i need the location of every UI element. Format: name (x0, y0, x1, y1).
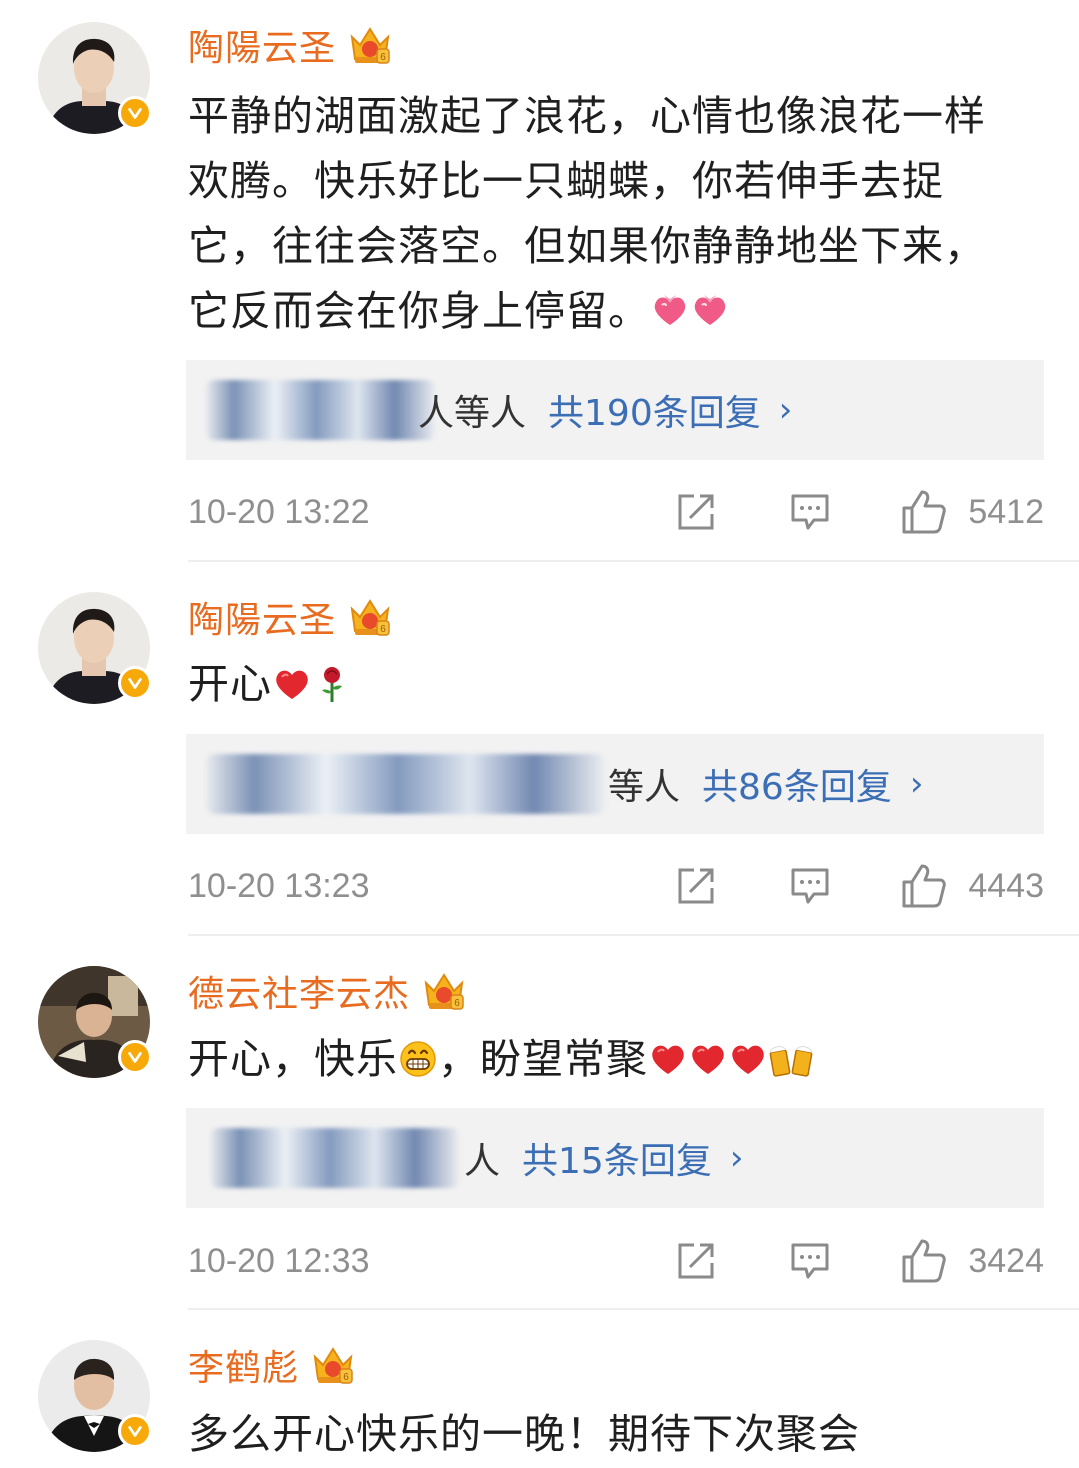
like-icon[interactable] (900, 862, 948, 910)
reply-people-label: 人等人 (418, 393, 527, 434)
blurred-replier-names (210, 1128, 460, 1188)
comment-line: 欢腾。快乐好比一只蝴蝶，你若伸手去捉 (188, 157, 944, 205)
beer-cheers-emoji (768, 1039, 816, 1079)
comment-line: 多么开心快乐的一晚！期待下次聚会 (188, 1410, 860, 1458)
username[interactable]: 李鹤彪 (188, 1339, 299, 1391)
reply-count-link[interactable]: 共15条回复 (522, 1132, 712, 1184)
comment-icon[interactable] (788, 864, 832, 908)
comment-text: 开心 (188, 652, 1048, 717)
like-count: 3424 (968, 1241, 1044, 1280)
crown-vip-icon (422, 969, 466, 1013)
avatar[interactable] (38, 592, 152, 704)
divider (188, 934, 1079, 936)
username[interactable]: 德云社李云杰 (188, 965, 410, 1017)
chevron-right-icon: › (778, 390, 793, 430)
crown-vip-icon (348, 595, 392, 639)
red-heart-emoji (688, 1039, 728, 1079)
comment-line: 它反而会在你身上停留。 (188, 287, 650, 335)
blurred-replier-names (206, 380, 436, 440)
verified-badge-icon (118, 1414, 152, 1448)
like-icon[interactable] (900, 1237, 948, 1285)
comment-text: 多么开心快乐的一晚！期待下次聚会 (188, 1402, 1048, 1467)
comment-text: 平静的湖面激起了浪花，心情也像浪花一样 欢腾。快乐好比一只蝴蝶，你若伸手去捉 它… (188, 84, 1048, 344)
verified-badge-icon (118, 96, 152, 130)
comment-icon[interactable] (788, 1239, 832, 1283)
verified-badge-icon (118, 1040, 152, 1074)
like-count: 4443 (968, 866, 1044, 905)
comment-line: 它，往往会落空。但如果你静静地坐下来， (188, 222, 986, 270)
like-icon[interactable] (900, 488, 948, 536)
comment-text-part: 开心，快乐 (188, 1035, 398, 1083)
reply-summary[interactable]: 人等人 共190条回复 › (186, 360, 1044, 460)
avatar[interactable] (38, 22, 152, 134)
red-heart-emoji (728, 1039, 768, 1079)
comment-text: 开心，快乐 ，盼望常聚 (188, 1027, 1048, 1092)
rose-emoji (312, 664, 352, 704)
reply-count-link[interactable]: 共190条回复 (548, 384, 761, 436)
comment-line: 开心 (188, 660, 272, 708)
red-heart-emoji (272, 664, 312, 704)
timestamp: 10-20 13:22 (188, 492, 370, 531)
like-count: 5412 (968, 492, 1044, 531)
heart-ribbon-emoji (690, 291, 730, 331)
timestamp: 10-20 12:33 (188, 1241, 370, 1280)
heart-ribbon-emoji (650, 291, 690, 331)
reply-people-label: 人 (464, 1141, 501, 1182)
chevron-right-icon: › (729, 1138, 744, 1178)
comment-line: 平静的湖面激起了浪花，心情也像浪花一样 (188, 92, 986, 140)
verified-badge-icon (118, 666, 152, 700)
red-heart-emoji (648, 1039, 688, 1079)
share-icon[interactable] (674, 1239, 718, 1283)
crown-vip-icon (348, 23, 392, 67)
reply-summary[interactable]: 等人 共86条回复 › (186, 734, 1044, 834)
reply-count-link[interactable]: 共86条回复 (702, 758, 892, 810)
comment-icon[interactable] (788, 490, 832, 534)
reply-people-label: 等人 (608, 767, 681, 808)
chevron-right-icon: › (909, 764, 924, 804)
share-icon[interactable] (674, 490, 718, 534)
avatar[interactable] (38, 1340, 152, 1452)
timestamp: 10-20 13:23 (188, 866, 370, 905)
blurred-replier-names (206, 754, 606, 814)
grin-emoji (398, 1039, 438, 1079)
comment-text-part: ，盼望常聚 (438, 1035, 648, 1083)
username[interactable]: 陶陽云圣 (188, 19, 336, 71)
avatar[interactable] (38, 966, 152, 1078)
divider (188, 560, 1079, 562)
divider (188, 1308, 1079, 1310)
username[interactable]: 陶陽云圣 (188, 591, 336, 643)
reply-summary[interactable]: 人 共15条回复 › (186, 1108, 1044, 1208)
crown-vip-icon (311, 1343, 355, 1387)
share-icon[interactable] (674, 864, 718, 908)
